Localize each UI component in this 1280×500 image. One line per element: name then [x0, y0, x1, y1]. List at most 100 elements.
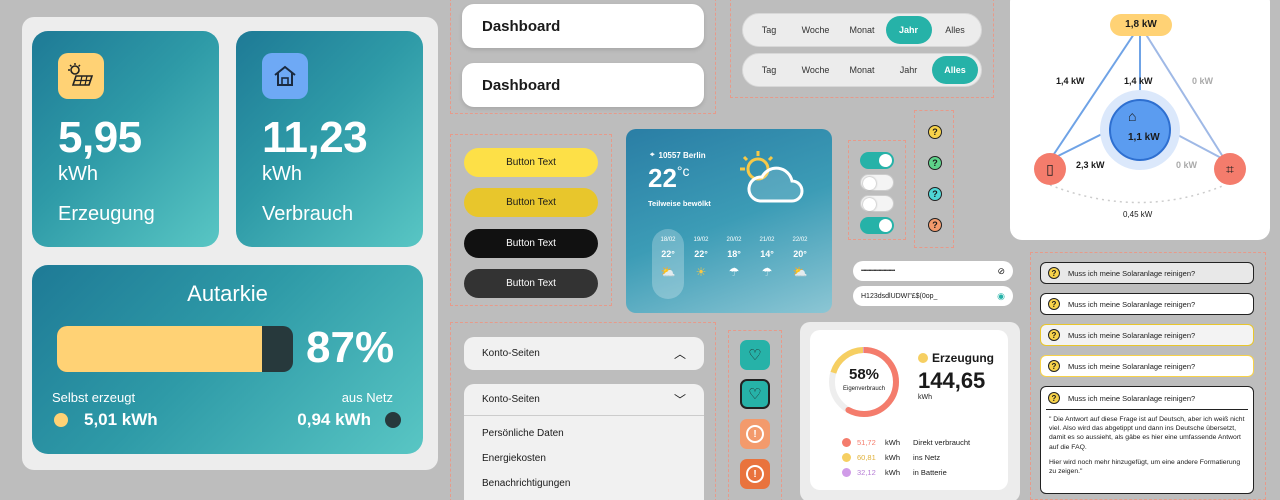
autarky-title: Autarkie — [187, 281, 268, 306]
autarky-card: Autarkie 87% Selbst erzeugt 5,01 kWh aus… — [32, 265, 423, 454]
forecast-temp: 22° — [661, 249, 675, 259]
accordion-item[interactable]: Persönliche Daten — [464, 416, 704, 439]
heart-icon[interactable]: ♡ — [740, 340, 770, 370]
breakdown-value: 51,72 — [857, 438, 876, 447]
secondary-yellow-button[interactable]: Button Text — [464, 188, 598, 217]
accordion-title: Konto-Seiten — [482, 348, 540, 359]
chevron-up-icon: ︿ — [673, 347, 686, 361]
nav-dashboard-button[interactable]: Dashboard — [462, 63, 704, 107]
password-input-visible[interactable]: H123dsdlUDWI"£$(0op_ ◉ — [853, 286, 1013, 306]
faq-question: Muss ich meine Solaranlage reinigen? — [1068, 393, 1196, 403]
consumption-tile[interactable]: 11,23 kWh Verbrauch — [236, 31, 423, 247]
toggle-switch[interactable] — [860, 195, 894, 212]
faq-item[interactable]: ? Muss ich meine Solaranlage reinigen? — [1040, 262, 1254, 284]
breakdown-row: 51,72 kWh Direkt verbraucht — [842, 438, 970, 447]
segment-monat[interactable]: Monat — [839, 56, 885, 84]
black-button[interactable]: Button Text — [464, 229, 598, 258]
toggle-switch[interactable] — [860, 152, 894, 169]
question-icon: ? — [1048, 360, 1060, 372]
nav-dashboard-button[interactable]: Dashboard — [462, 4, 704, 48]
eye-off-icon[interactable]: ⊘ — [997, 266, 1005, 277]
faq-item[interactable]: ? Muss ich meine Solaranlage reinigen? — [1040, 293, 1254, 315]
location-text: 10557 Berlin — [658, 150, 706, 160]
segment-woche[interactable]: Woche — [793, 56, 839, 84]
accordion-item[interactable]: Benachrichtigungen — [464, 464, 704, 489]
grid-label: aus Netz — [341, 390, 393, 405]
forecast-day: 19/02 22° ☀ — [685, 237, 717, 279]
breakdown-label: Direkt verbraucht — [913, 438, 971, 447]
forecast-temp: 14° — [760, 249, 774, 259]
partly-cloudy-icon: ⛅ — [660, 265, 676, 279]
production-value: 5,95 — [58, 113, 142, 162]
donut-percent: 58% — [848, 366, 880, 383]
forecast-temp: 18° — [727, 249, 741, 259]
legend-dot — [842, 438, 851, 447]
alert-icon[interactable]: ! — [740, 419, 770, 449]
forecast-date: 21/02 — [759, 237, 775, 243]
dark-gray-button[interactable]: Button Text — [464, 269, 598, 298]
production-label: Erzeugung — [58, 203, 155, 225]
autarky-percent: 87% — [306, 323, 395, 372]
segment-tag[interactable]: Tag — [746, 16, 792, 44]
legend-dot — [918, 353, 928, 363]
solar-flow-badge: 1,8 kW — [1110, 14, 1172, 36]
autarky-bar-fill — [57, 326, 263, 372]
segment-alles[interactable]: Alles — [932, 16, 978, 44]
left-branch-label: 1,4 kW — [1056, 76, 1085, 86]
segment-alles[interactable]: Alles — [932, 56, 978, 84]
heart-icon[interactable]: ♡ — [740, 379, 770, 409]
weather-location: ⌖ 10557 Berlin — [650, 150, 706, 160]
password-value: H123dsdlUDWI"£$(0op_ — [861, 292, 938, 300]
accordion-collapsed[interactable]: Konto-Seiten ︿ — [464, 337, 704, 370]
time-range-control[interactable]: Tag Woche Monat Jahr Alles — [742, 13, 982, 47]
question-icon: ? — [1048, 267, 1060, 279]
house-icon: ⌂ — [1128, 108, 1137, 124]
toggle-switch[interactable] — [860, 217, 894, 234]
production-summary-card: 58% Eigenverbrauch Erzeugung 144,65 kWh … — [810, 330, 1008, 490]
rain-icon: ☂ — [728, 265, 740, 279]
center-branch-label: 1,4 kW — [1124, 76, 1153, 86]
breakdown-row: 32,12 kWh in Batterie — [842, 468, 947, 477]
production-tile[interactable]: 5,95 kWh Erzeugung — [32, 31, 219, 247]
solar-panel-icon — [58, 53, 104, 99]
segment-jahr[interactable]: Jahr — [886, 56, 932, 84]
breakdown-value: 60,81 — [857, 453, 876, 462]
weather-condition: Teilweise bewölkt — [648, 199, 711, 208]
forecast-date: 22/02 — [792, 237, 808, 243]
consumption-unit: kWh — [262, 163, 302, 185]
forecast-day: 22/02 20° ⛅ — [784, 237, 816, 279]
password-value: ••••••••••••••••••••••••••• — [861, 268, 895, 274]
time-range-control[interactable]: Tag Woche Monat Jahr Alles — [742, 53, 982, 87]
primary-yellow-button[interactable]: Button Text — [464, 148, 598, 177]
segment-tag[interactable]: Tag — [746, 56, 792, 84]
accordion-expanded[interactable]: Konto-Seiten ﹀ Persönliche Daten Energie… — [464, 384, 704, 500]
segment-monat[interactable]: Monat — [839, 16, 885, 44]
accordion-header[interactable]: Konto-Seiten ﹀ — [464, 384, 704, 416]
weather-temp: 22°c — [648, 163, 690, 194]
grid-dot — [385, 412, 401, 428]
faq-item[interactable]: ? Muss ich meine Solaranlage reinigen? — [1040, 324, 1254, 346]
question-icon: ? — [1048, 392, 1060, 404]
bottom-flow-label: 0,45 kW — [1123, 210, 1153, 219]
eye-icon[interactable]: ◉ — [997, 291, 1005, 302]
chevron-down-icon: ﹀ — [673, 393, 686, 407]
flow-lines — [1049, 24, 1226, 204]
faq-item[interactable]: ? Muss ich meine Solaranlage reinigen? — [1040, 355, 1254, 377]
question-icon: ? — [928, 187, 942, 201]
forecast-date: 19/02 — [693, 237, 709, 243]
password-input-hidden[interactable]: ••••••••••••••••••••••••••• ⊘ — [853, 261, 1013, 281]
segment-jahr[interactable]: Jahr — [885, 16, 932, 44]
segment-woche[interactable]: Woche — [793, 16, 839, 44]
consumption-label: Verbrauch — [262, 203, 354, 225]
rain-icon: ☂ — [761, 265, 773, 279]
faq-item-expanded[interactable]: ? Muss ich meine Solaranlage reinigen? "… — [1040, 386, 1254, 494]
partly-cloudy-icon: ⛅ — [792, 265, 808, 279]
forecast-day: 21/02 14° ☂ — [751, 237, 783, 279]
weather-widget[interactable]: ⌖ 10557 Berlin 22°c Teilweise bewölkt 18… — [626, 129, 832, 313]
toggle-switch[interactable] — [860, 174, 894, 191]
house-flow-value: 1,1 kW — [1128, 132, 1160, 143]
energy-panel: 5,95 kWh Erzeugung 11,23 kWh Verbrauch A… — [22, 17, 438, 470]
question-icon: ? — [928, 218, 942, 232]
alert-icon[interactable]: ! — [740, 459, 770, 489]
accordion-item[interactable]: Energiekosten — [464, 439, 704, 464]
